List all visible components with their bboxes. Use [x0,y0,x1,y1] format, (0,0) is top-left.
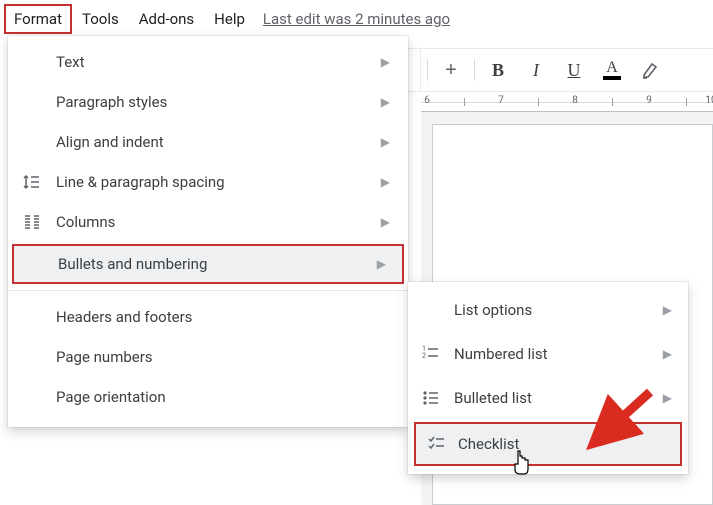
ruler-tick-label: 7 [498,95,504,106]
submenu-item-bulleted-list[interactable]: Bulleted list ▶ [408,376,688,420]
columns-icon [8,213,56,231]
chevron-right-icon: ▶ [663,347,672,361]
submenu-item-numbered-list[interactable]: 12 Numbered list ▶ [408,332,688,376]
menubar: Format Tools Add-ons Help Last edit was … [0,0,713,36]
menu-item-text[interactable]: Text ▶ [8,42,408,82]
bold-button[interactable]: B [481,55,515,85]
chevron-right-icon: ▶ [377,257,386,271]
zoom-plus-button[interactable]: + [434,55,468,85]
last-edit-link[interactable]: Last edit was 2 minutes ago [263,10,450,28]
checklist-icon [416,435,458,453]
toolbar-sliver [408,48,421,92]
menu-separator [8,290,408,291]
ruler-tick-label: 6 [424,95,430,106]
submenu-item-checklist[interactable]: Checklist [414,422,682,466]
toolbar-divider [474,59,475,81]
ruler-tick-label: 9 [646,95,652,106]
numbered-list-icon: 12 [408,345,454,363]
menu-help[interactable]: Help [204,4,255,34]
menu-addons[interactable]: Add-ons [129,4,204,34]
ruler-tick-label: 8 [572,95,578,106]
svg-text:2: 2 [422,352,426,360]
submenu-item-list-options[interactable]: List options ▶ [408,288,688,332]
menu-format[interactable]: Format [4,4,72,34]
menu-item-align-indent[interactable]: Align and indent ▶ [8,122,408,162]
menu-tools[interactable]: Tools [72,4,129,34]
chevron-right-icon: ▶ [381,95,390,109]
line-spacing-icon [8,173,56,191]
highlight-button[interactable] [633,55,667,85]
chevron-right-icon: ▶ [381,135,390,149]
italic-button[interactable]: I [519,55,553,85]
menu-item-headers-footers[interactable]: Headers and footers [8,297,408,337]
menu-item-bullets-numbering[interactable]: Bullets and numbering ▶ [12,244,404,284]
menu-item-page-numbers[interactable]: Page numbers [8,337,408,377]
menu-item-line-spacing[interactable]: Line & paragraph spacing ▶ [8,162,408,202]
formatting-toolbar: + B I U A [421,48,713,92]
chevron-right-icon: ▶ [381,55,390,69]
menu-item-paragraph-styles[interactable]: Paragraph styles ▶ [8,82,408,122]
underline-button[interactable]: U [557,55,591,85]
bullets-numbering-submenu: List options ▶ 12 Numbered list ▶ Bullet… [408,282,688,474]
menu-item-columns[interactable]: Columns ▶ [8,202,408,242]
format-dropdown: Text ▶ Paragraph styles ▶ Align and inde… [8,36,408,427]
chevron-right-icon: ▶ [663,303,672,317]
chevron-right-icon: ▶ [381,175,390,189]
text-color-button[interactable]: A [595,55,629,85]
ruler-tick-label: 10 [705,95,713,106]
menu-item-page-orientation[interactable]: Page orientation [8,377,408,417]
horizontal-ruler[interactable]: 6 7 8 9 10 [421,92,713,112]
bulleted-list-icon [408,389,454,407]
toolbar-divider [427,59,428,81]
chevron-right-icon: ▶ [381,215,390,229]
chevron-right-icon: ▶ [663,391,672,405]
